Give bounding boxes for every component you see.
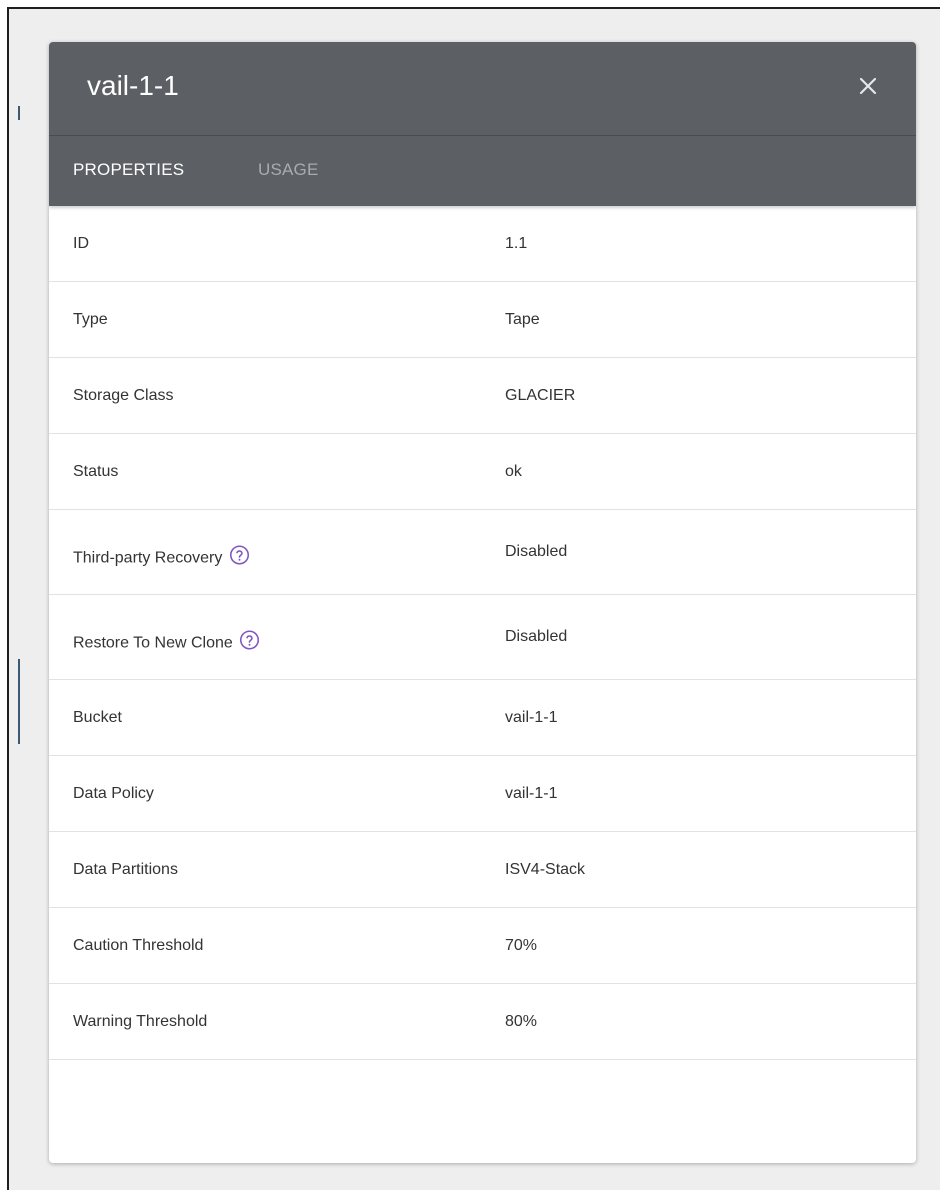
property-row-third-party-recovery: Third-party Recovery Disabled bbox=[49, 510, 916, 595]
property-value: Disabled bbox=[505, 628, 568, 645]
property-label-wrapper: Restore To New Clone bbox=[73, 630, 260, 653]
property-value: Disabled bbox=[505, 543, 568, 560]
tab-bar: PROPERTIES USAGE bbox=[49, 136, 916, 206]
property-row-status: Status ok bbox=[49, 434, 916, 510]
property-label: Caution Threshold bbox=[73, 936, 204, 954]
background-accent-line bbox=[18, 659, 20, 744]
property-row-id: ID 1.1 bbox=[49, 206, 916, 282]
property-label: Storage Class bbox=[73, 386, 174, 404]
property-row-storage-class: Storage Class GLACIER bbox=[49, 358, 916, 434]
properties-table: ID 1.1 Type Tape Storage Class GLACIER S… bbox=[49, 206, 916, 1060]
property-label: Status bbox=[73, 462, 119, 480]
property-row-caution-threshold: Caution Threshold 70% bbox=[49, 908, 916, 984]
property-value: GLACIER bbox=[505, 386, 576, 404]
property-row-warning-threshold: Warning Threshold 80% bbox=[49, 984, 916, 1060]
property-label-wrapper: Third-party Recovery bbox=[73, 545, 250, 568]
property-label: Third-party Recovery bbox=[73, 549, 223, 567]
property-row-type: Type Tape bbox=[49, 282, 916, 358]
property-label: Bucket bbox=[73, 708, 122, 726]
property-value: ISV4-Stack bbox=[505, 860, 586, 878]
property-value: vail-1-1 bbox=[505, 708, 558, 726]
tab-properties[interactable]: PROPERTIES bbox=[73, 160, 184, 180]
close-button[interactable] bbox=[850, 68, 886, 104]
close-icon bbox=[859, 77, 877, 95]
help-circle-icon[interactable] bbox=[239, 630, 260, 651]
property-value: vail-1-1 bbox=[505, 784, 558, 802]
property-label: Type bbox=[73, 310, 108, 328]
property-value: Tape bbox=[505, 310, 540, 328]
property-value: 80% bbox=[505, 1012, 538, 1030]
property-row-data-policy: Data Policy vail-1-1 bbox=[49, 756, 916, 832]
property-label: ID bbox=[73, 234, 89, 252]
dialog-header: vail-1-1 bbox=[49, 42, 916, 136]
property-label: Data Policy bbox=[73, 784, 154, 802]
dialog-title: vail-1-1 bbox=[87, 70, 179, 101]
property-label: Data Partitions bbox=[73, 860, 178, 878]
background-accent-line bbox=[18, 106, 20, 120]
property-row-data-partitions: Data Partitions ISV4-Stack bbox=[49, 832, 916, 908]
property-value: 70% bbox=[505, 936, 538, 954]
property-label: Restore To New Clone bbox=[73, 634, 233, 652]
help-circle-icon[interactable] bbox=[229, 545, 250, 566]
property-value: ok bbox=[505, 462, 522, 480]
property-value: 1.1 bbox=[505, 234, 528, 252]
properties-dialog: vail-1-1 PROPERTIES USAGE ID 1.1 Type Ta… bbox=[49, 42, 916, 1163]
property-row-restore-to-new-clone: Restore To New Clone Disabled bbox=[49, 595, 916, 680]
tab-usage[interactable]: USAGE bbox=[258, 160, 319, 180]
property-label: Warning Threshold bbox=[73, 1012, 208, 1030]
property-row-bucket: Bucket vail-1-1 bbox=[49, 680, 916, 756]
